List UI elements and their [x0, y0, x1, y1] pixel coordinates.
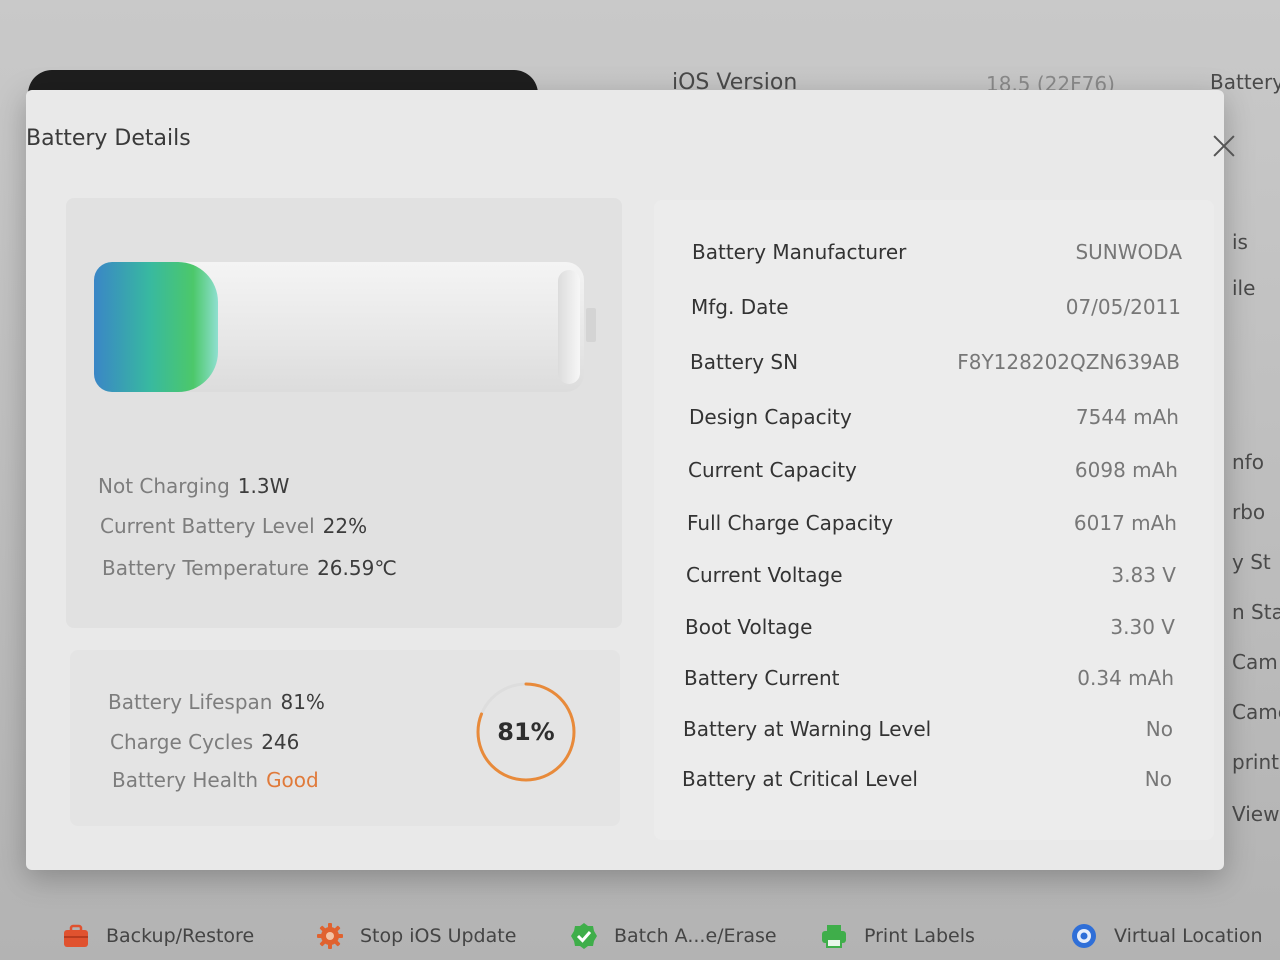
info-value: No: [1145, 717, 1173, 741]
battery-level-label: Current Battery Level: [100, 514, 315, 538]
check-badge-icon: [571, 923, 597, 949]
info-row-full-charge-capacity: Full Charge Capacity 6017 mAh: [687, 511, 1177, 535]
battery-cap: [558, 270, 580, 384]
bg-fragment: print: [1232, 750, 1279, 774]
bg-fragment: View: [1232, 802, 1280, 826]
info-key: Mfg. Date: [691, 295, 789, 319]
health-label: Battery Health: [112, 768, 259, 792]
battery-level-fill: [94, 262, 218, 392]
battery-level-value: 22%: [322, 514, 368, 538]
info-value: 0.34 mAh: [1077, 666, 1174, 690]
battery-health-panel: Battery Lifespan 81% Charge Cycles 246 Bat…: [70, 650, 620, 826]
gear-icon: [317, 923, 343, 949]
toolbar-label: Batch A...e/Erase: [614, 925, 777, 947]
health-value: Good: [266, 768, 319, 792]
battery-info-panel: Battery Manufacturer SUNWODA Mfg. Date 0…: [654, 200, 1214, 840]
info-row-boot-voltage: Boot Voltage 3.30 V: [685, 615, 1175, 639]
charging-value: 1.3W: [237, 474, 290, 498]
info-value: 6098 mAh: [1074, 458, 1178, 482]
charging-status: Not Charging 1.3W: [98, 474, 289, 498]
info-key: Current Voltage: [686, 563, 843, 587]
info-key: Current Capacity: [688, 458, 857, 482]
toolbar-label: Backup/Restore: [106, 925, 255, 947]
info-key: Battery at Warning Level: [683, 717, 932, 741]
battery-graphic: [94, 262, 584, 392]
info-row-battery-current: Battery Current 0.34 mAh: [684, 666, 1174, 690]
info-key: Battery Current: [684, 666, 840, 690]
temperature-label: Battery Temperature: [102, 556, 310, 580]
cycles-value: 246: [261, 730, 300, 754]
bg-fragment: ile: [1232, 276, 1256, 300]
info-value: 6017 mAh: [1073, 511, 1177, 535]
battery-lifespan: Battery Lifespan 81%: [108, 690, 325, 714]
dialog-title: Battery Details: [26, 126, 191, 151]
batch-erase-button[interactable]: Batch A...e/Erase: [570, 922, 777, 950]
bg-fragment: Cam: [1232, 650, 1278, 674]
bg-fragment: y St: [1232, 550, 1271, 574]
battery-level: Current Battery Level 22%: [100, 514, 367, 538]
bg-fragment: Came: [1232, 700, 1280, 724]
info-row-manufacturer: Battery Manufacturer SUNWODA: [692, 240, 1182, 264]
info-value: 3.30 V: [1110, 615, 1175, 639]
lifespan-value: 81%: [280, 690, 325, 714]
info-value: 3.83 V: [1111, 563, 1176, 587]
info-key: Full Charge Capacity: [687, 511, 894, 535]
info-value: F8Y128202QZN639AB: [957, 350, 1180, 374]
info-row-mfg-date: Mfg. Date 07/05/2011: [691, 295, 1181, 319]
backup-restore-button[interactable]: Backup/Restore: [62, 922, 254, 950]
toolbar-label: Print Labels: [864, 925, 975, 947]
cycles-label: Charge Cycles: [110, 730, 254, 754]
location-pin-icon: [1072, 924, 1096, 948]
bg-fragment: is: [1232, 230, 1248, 254]
info-row-current-capacity: Current Capacity 6098 mAh: [688, 458, 1178, 482]
lifespan-label: Battery Lifespan: [108, 690, 273, 714]
info-value: No: [1144, 767, 1172, 791]
charge-cycles: Charge Cycles 246: [110, 730, 299, 754]
stop-ios-update-button[interactable]: Stop iOS Update: [316, 922, 516, 950]
info-key: Boot Voltage: [685, 615, 813, 639]
bg-fragment: rbo: [1232, 500, 1266, 524]
print-labels-button[interactable]: Print Labels: [820, 922, 975, 950]
charging-label: Not Charging: [98, 474, 230, 498]
lifespan-ring-label: 81%: [497, 718, 555, 746]
info-key: Battery at Critical Level: [682, 767, 918, 791]
info-row-warning-level: Battery at Warning Level No: [683, 717, 1173, 741]
info-key: Battery Manufacturer: [692, 240, 907, 264]
info-value: 07/05/2011: [1065, 295, 1181, 319]
bg-fragment: n Sta: [1232, 600, 1280, 624]
info-value: SUNWODA: [1075, 240, 1182, 264]
toolbar-label: Stop iOS Update: [360, 925, 517, 947]
battery-details-dialog: Battery Details Not Charging 1.3W Current…: [26, 90, 1224, 870]
info-row-current-voltage: Current Voltage 3.83 V: [686, 563, 1176, 587]
virtual-location-button[interactable]: Virtual Location: [1070, 922, 1262, 950]
info-row-critical-level: Battery at Critical Level No: [682, 767, 1172, 791]
battery-status-panel: Not Charging 1.3W Current Battery Level 22…: [66, 198, 622, 628]
bottom-toolbar: Backup/Restore Stop iOS Update Batch A..…: [0, 918, 1280, 960]
background-right-column: is ile nfo rbo y St n Sta Cam Came print…: [1232, 230, 1280, 830]
battery-health: Battery Health Good: [112, 768, 319, 792]
battery-temperature: Battery Temperature 26.59℃: [102, 556, 397, 580]
info-key: Battery SN: [690, 350, 799, 374]
info-value: 7544 mAh: [1075, 405, 1179, 429]
info-row-design-capacity: Design Capacity 7544 mAh: [689, 405, 1179, 429]
toolbar-label: Virtual Location: [1114, 925, 1263, 947]
briefcase-icon: [64, 924, 88, 947]
battery-terminal: [586, 308, 596, 342]
info-row-serial: Battery SN F8Y128202QZN639AB: [690, 350, 1180, 374]
temperature-value: 26.59℃: [317, 556, 397, 580]
printer-icon: [822, 925, 846, 948]
bg-fragment: nfo: [1232, 450, 1264, 474]
info-key: Design Capacity: [689, 405, 852, 429]
close-icon[interactable]: [1212, 134, 1236, 158]
